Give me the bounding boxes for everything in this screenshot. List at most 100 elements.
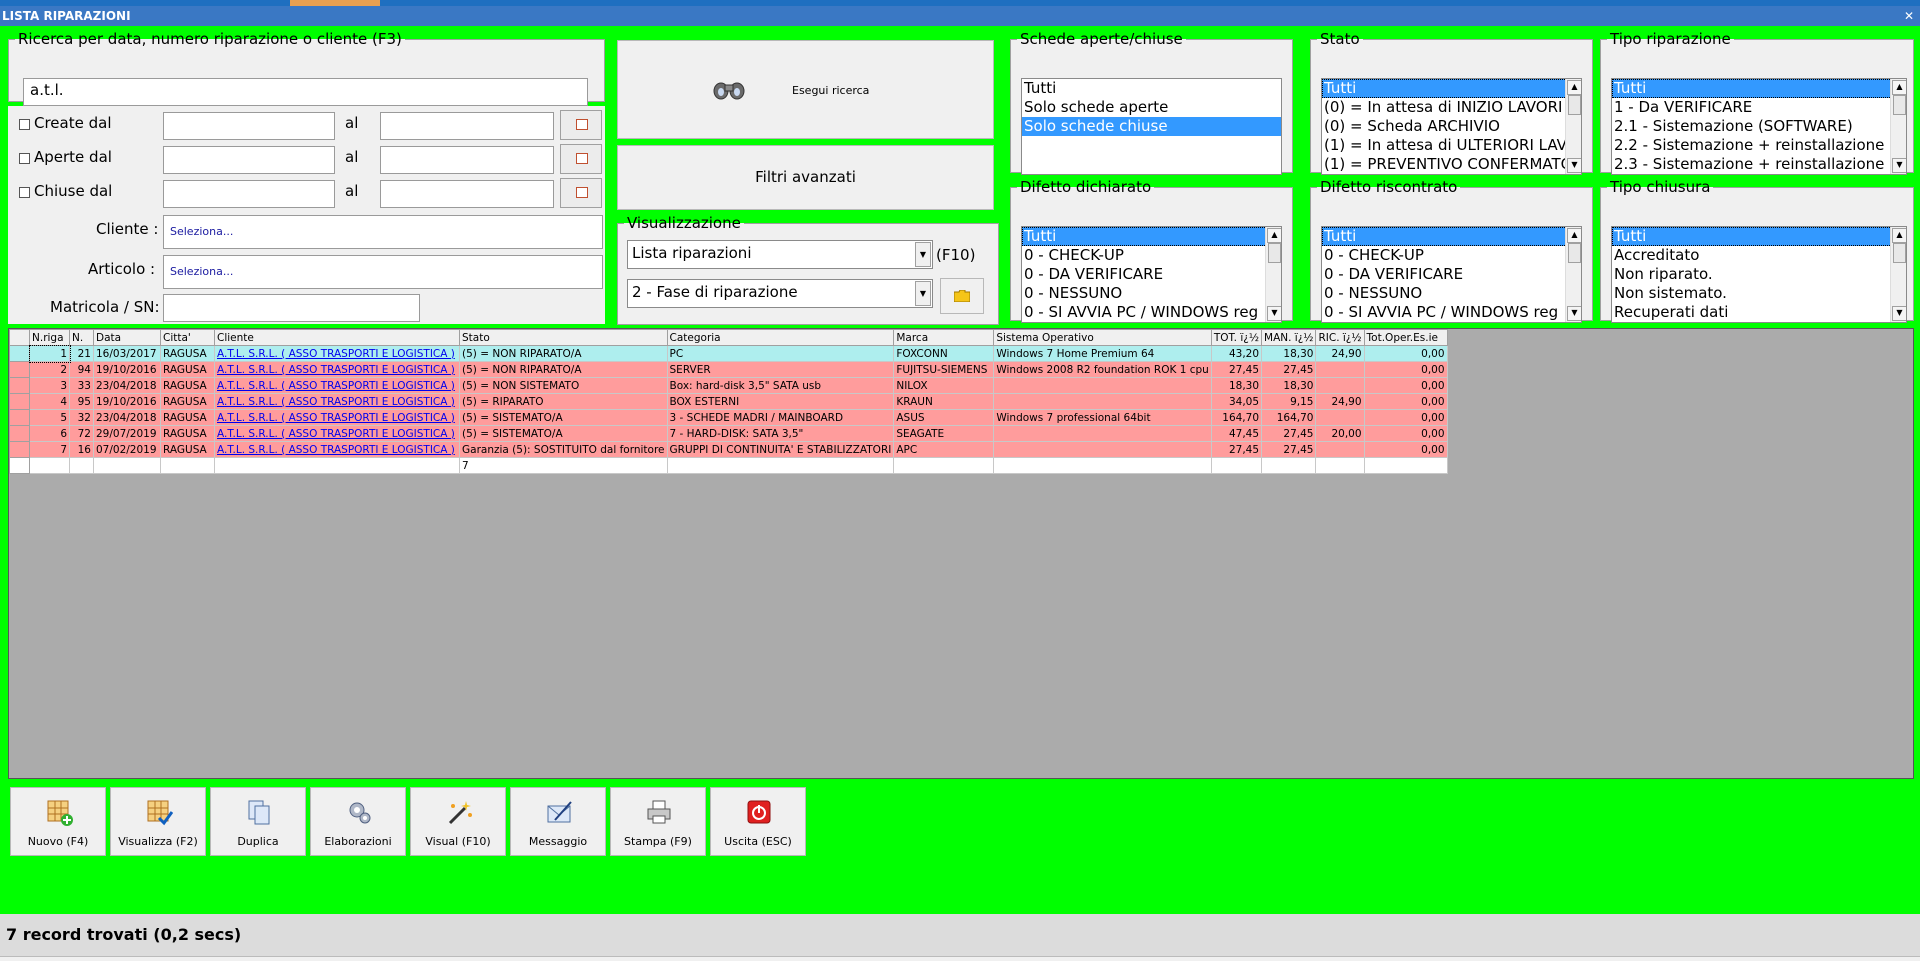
stato-item-selected[interactable]: Tutti: [1322, 79, 1581, 98]
opened-calendar-icon[interactable]: [560, 144, 602, 174]
table-cell[interactable]: [1315, 457, 1365, 474]
table-cell[interactable]: (5) = NON RIPARATO/A: [459, 345, 668, 362]
table-row[interactable]: 4 95 19/10/2016 RAGUSA A.T.L. S.R.L. ( ASSO …: [9, 393, 1448, 410]
closed-calendar-icon[interactable]: [560, 178, 602, 208]
difetto-riscontrato-item[interactable]: 0 - SI AVVIA PC / WINDOWS reg: [1322, 303, 1581, 322]
table-cell[interactable]: A.T.L. S.R.L. ( ASSO TRASPORTI E LOGISTI…: [214, 425, 460, 442]
table-row[interactable]: 5 32 23/04/2018 RAGUSA A.T.L. S.R.L. ( ASSO …: [9, 409, 1448, 426]
table-cell[interactable]: 32: [69, 409, 94, 426]
table-row[interactable]: 1 21 16/03/2017 RAGUSA A.T.L. S.R.L. ( ASSO …: [9, 344, 1448, 363]
difetto-riscontrato-scrollbar[interactable]: ▲ ▼: [1565, 227, 1581, 322]
row-header[interactable]: [9, 409, 30, 426]
table-cell[interactable]: 24,90: [1315, 393, 1365, 410]
table-cell[interactable]: [993, 441, 1212, 458]
tipo-riparazione-item[interactable]: 2.2 - Sistemazione + reinstallazione (S: [1612, 136, 1906, 155]
table-cell[interactable]: 33: [69, 377, 94, 394]
closed-checkbox[interactable]: [19, 187, 30, 198]
table-cell[interactable]: 2: [29, 361, 70, 378]
tipo-riparazione-list[interactable]: Tutti 1 - Da VERIFICARE 2.1 - Sistemazio…: [1611, 78, 1907, 175]
tipo-riparazione-item[interactable]: 2.1 - Sistemazione (SOFTWARE): [1612, 117, 1906, 136]
row-header[interactable]: [9, 345, 30, 362]
table-cell[interactable]: 43,20: [1210, 345, 1263, 362]
difetto-dichiarato-list[interactable]: Tutti 0 - CHECK-UP 0 - DA VERIFICARE 0 -…: [1021, 226, 1282, 323]
table-cell[interactable]: 20,00: [1315, 425, 1365, 442]
search-input[interactable]: a.t.l.: [23, 78, 588, 106]
closed-to-field[interactable]: [380, 180, 554, 208]
tipo-chiusura-scrollbar[interactable]: ▲ ▼: [1890, 227, 1906, 322]
opened-checkbox[interactable]: [19, 153, 30, 164]
table-cell[interactable]: RAGUSA: [160, 441, 215, 458]
stato-list[interactable]: Tutti (0) = In attesa di INIZIO LAVORI (…: [1321, 78, 1582, 175]
table-cell[interactable]: [993, 377, 1212, 394]
results-grid[interactable]: N.riga N. Data Citta' Cliente Stato Categoria M…: [8, 328, 1914, 779]
table-cell[interactable]: 47,45: [1210, 425, 1263, 442]
table-cell[interactable]: PC: [666, 345, 895, 362]
created-checkbox[interactable]: [19, 119, 30, 130]
stato-item[interactable]: (1) = PREVENTIVO CONFERMATO: [1322, 155, 1581, 174]
opened-to-field[interactable]: [380, 146, 554, 174]
table-cell[interactable]: KRAUN: [893, 393, 995, 410]
difetto-dichiarato-item[interactable]: 0 - NESSUNO: [1022, 284, 1281, 303]
stato-scrollbar[interactable]: ▲ ▼: [1565, 79, 1581, 174]
table-cell[interactable]: 3: [29, 377, 70, 394]
search-button[interactable]: Esegui ricerca: [617, 40, 994, 139]
table-cell[interactable]: (5) = NON SISTEMATO: [459, 377, 668, 394]
grid-header-cell[interactable]: N.riga: [29, 329, 70, 346]
table-cell[interactable]: 19/10/2016: [93, 393, 161, 410]
table-cell[interactable]: [1210, 457, 1263, 474]
table-cell[interactable]: SERVER: [666, 361, 895, 378]
grid-header-cell[interactable]: Marca: [893, 329, 995, 346]
created-to-field[interactable]: [380, 112, 554, 140]
grid-header-cell[interactable]: [9, 329, 30, 346]
tipo-chiusura-list[interactable]: Tutti Accreditato Non riparato. Non sist…: [1611, 226, 1907, 323]
table-cell[interactable]: A.T.L. S.R.L. ( ASSO TRASPORTI E LOGISTI…: [214, 345, 460, 362]
table-cell[interactable]: 27,45: [1261, 361, 1317, 378]
difetto-riscontrato-item[interactable]: 0 - DA VERIFICARE: [1322, 265, 1581, 284]
stato-item[interactable]: (0) = In attesa di INIZIO LAVORI: [1322, 98, 1581, 117]
table-cell[interactable]: 5: [29, 409, 70, 426]
row-header[interactable]: [9, 457, 30, 474]
table-cell[interactable]: 72: [69, 425, 94, 442]
difetto-dichiarato-item[interactable]: 0 - CHECK-UP: [1022, 246, 1281, 265]
table-cell[interactable]: 16/03/2017: [93, 345, 161, 362]
grid-header-cell[interactable]: MAN. ï¿½: [1261, 329, 1317, 346]
table-cell[interactable]: 27,45: [1261, 425, 1317, 442]
created-calendar-icon[interactable]: [560, 110, 602, 140]
table-cell[interactable]: 94: [69, 361, 94, 378]
table-cell[interactable]: 6: [29, 425, 70, 442]
table-cell[interactable]: 3 - SCHEDE MADRI / MAINBOARD: [666, 409, 895, 426]
table-cell[interactable]: 7: [29, 441, 70, 458]
toolbar-button[interactable]: Visual (F10): [410, 787, 506, 856]
table-cell[interactable]: 95: [69, 393, 94, 410]
table-cell[interactable]: [93, 457, 161, 474]
toolbar-button[interactable]: Messaggio: [510, 787, 606, 856]
table-cell[interactable]: (5) = SISTEMATO/A: [459, 409, 668, 426]
table-cell[interactable]: [1261, 457, 1317, 474]
toolbar-button[interactable]: Visualizza (F2): [110, 787, 206, 856]
grid-header-cell[interactable]: TOT. ï¿½: [1210, 329, 1263, 346]
row-header[interactable]: [9, 425, 30, 442]
table-cell[interactable]: 0,00: [1363, 377, 1448, 394]
table-cell[interactable]: 24,90: [1315, 345, 1365, 362]
opened-from-field[interactable]: [163, 146, 335, 174]
articolo-selector[interactable]: Seleziona...: [163, 255, 603, 289]
table-cell[interactable]: [1315, 361, 1365, 378]
difetto-riscontrato-item[interactable]: 0 - NESSUNO: [1322, 284, 1581, 303]
table-cell[interactable]: 29/07/2019: [93, 425, 161, 442]
table-cell[interactable]: Garanzia (5): SOSTITUITO dal fornitore: [459, 441, 668, 458]
table-cell[interactable]: A.T.L. S.R.L. ( ASSO TRASPORTI E LOGISTI…: [214, 361, 460, 378]
grid-header-cell[interactable]: Categoria: [666, 329, 895, 346]
grid-header-cell[interactable]: RIC. ï¿½: [1315, 329, 1365, 346]
table-cell[interactable]: 19/10/2016: [93, 361, 161, 378]
tipo-chiusura-item[interactable]: Accreditato: [1612, 246, 1906, 265]
table-cell[interactable]: NILOX: [893, 377, 995, 394]
table-row[interactable]: 3 33 23/04/2018 RAGUSA A.T.L. S.R.L. ( ASSO …: [9, 377, 1448, 394]
advanced-filters-button[interactable]: Filtri avanzati: [617, 145, 994, 210]
table-cell[interactable]: [993, 393, 1212, 410]
schede-item-selected[interactable]: Solo schede chiuse: [1022, 117, 1281, 136]
schede-item[interactable]: Solo schede aperte: [1022, 98, 1281, 117]
open-folder-button[interactable]: [940, 278, 984, 314]
row-header[interactable]: [9, 377, 30, 394]
difetto-dichiarato-item-selected[interactable]: Tutti: [1022, 227, 1281, 246]
created-from-field[interactable]: [163, 112, 335, 140]
